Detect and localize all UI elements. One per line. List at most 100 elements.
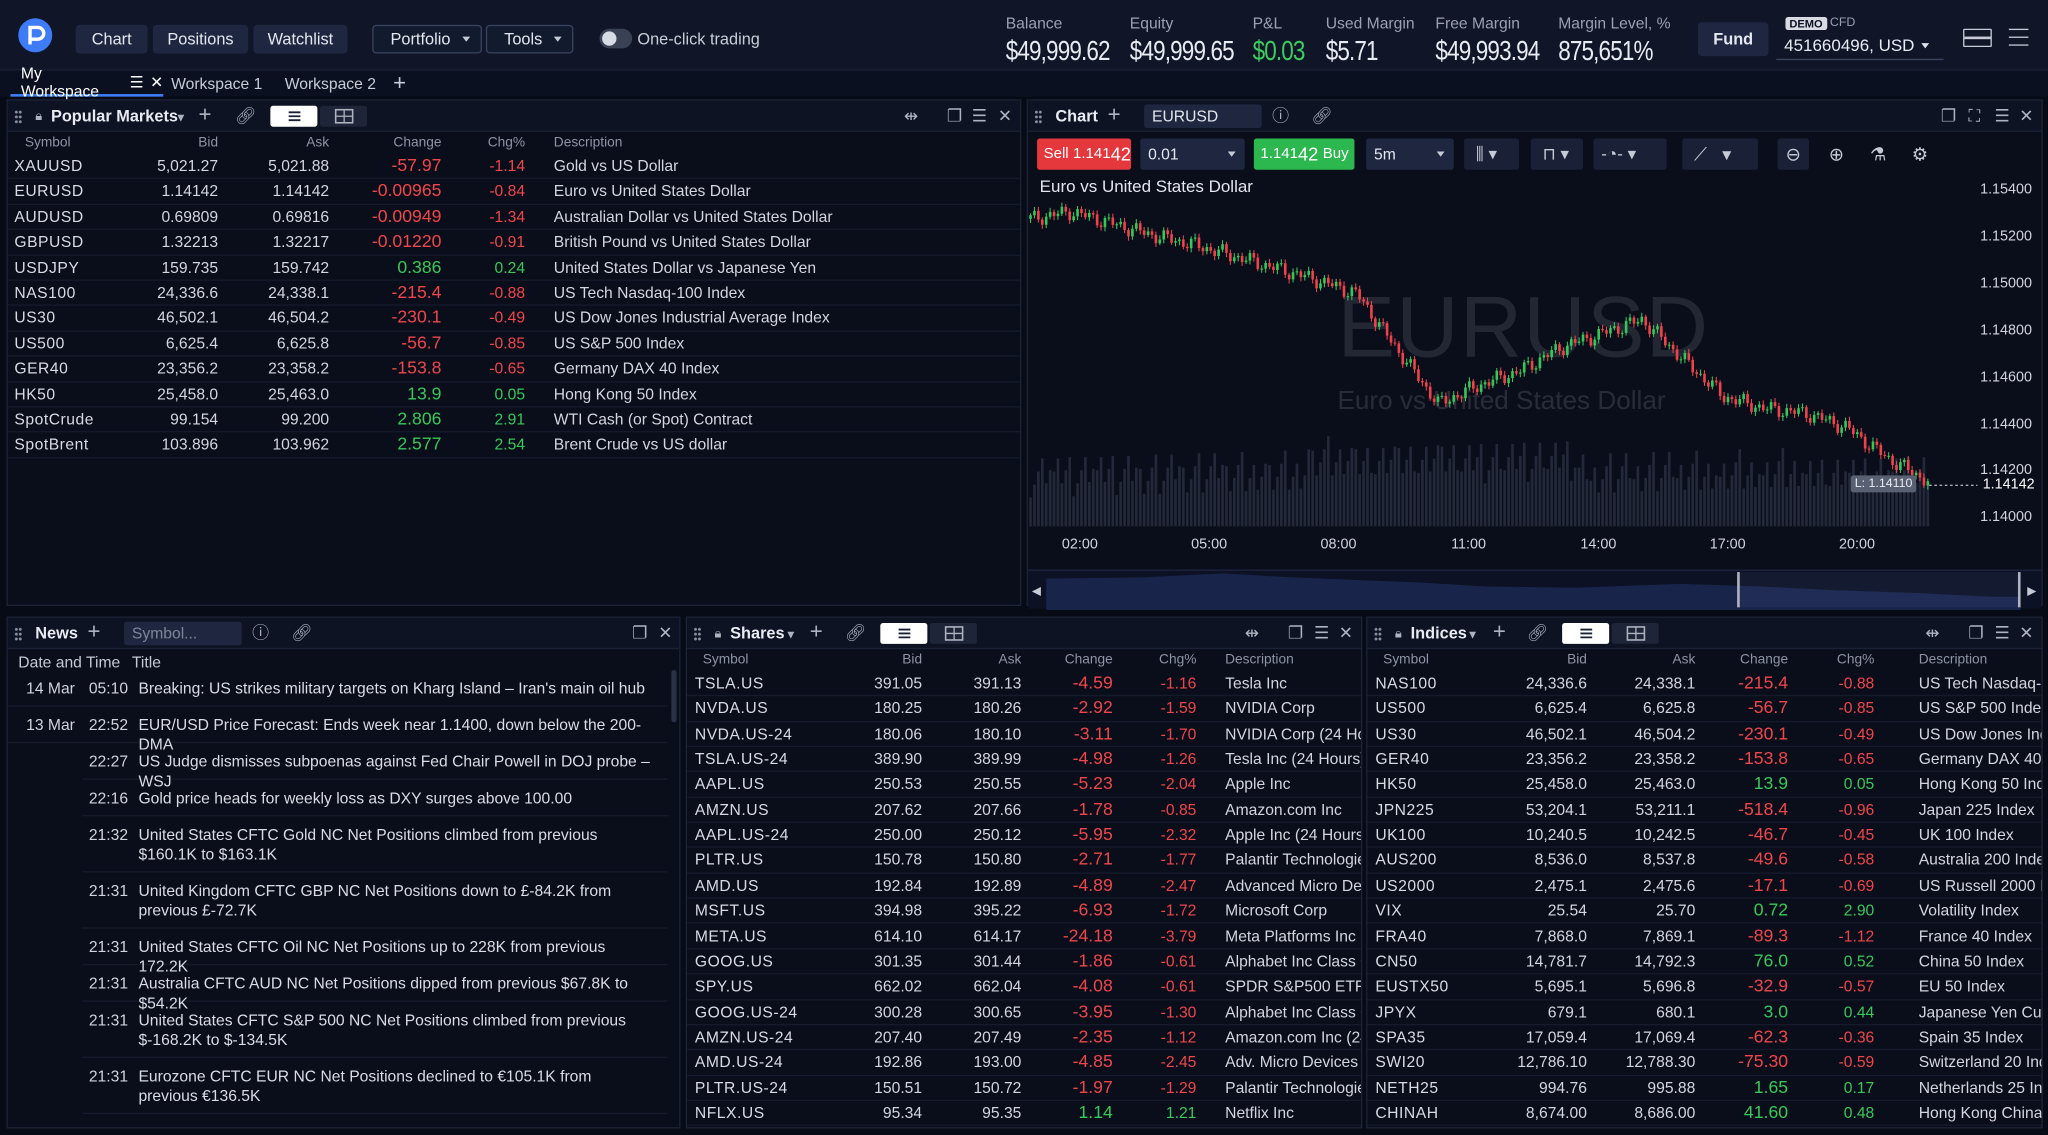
table-row[interactable]: JPYX 679.1 680.1 3.0 0.44 Japanese Yen Curr bbox=[1367, 1000, 2041, 1026]
zoom-in-icon[interactable]: ⊕ bbox=[1821, 138, 1852, 169]
table-row[interactable]: PLTR.US 150.78 150.80 -2.71 -1.77 Palantir Te… bbox=[687, 848, 1361, 874]
table-row[interactable]: AUDUSD 0.69809 0.69816 -0.00949 -1.34 Austral… bbox=[7, 205, 1021, 231]
column-ask[interactable]: Ask bbox=[956, 652, 1022, 668]
timeframe-select[interactable]: 5m bbox=[1366, 138, 1454, 170]
table-row[interactable]: SPY.US 662.02 662.04 -4.08 -0.61 SPDR S&P500 … bbox=[687, 975, 1361, 1000]
add-icon[interactable]: + bbox=[810, 620, 823, 642]
table-row[interactable]: EUSTX50 5,695.1 5,696.8 -32.9 -0.57 EU 50 Ind… bbox=[1367, 975, 2042, 1000]
table-row[interactable]: AMZN.US 207.62 207.66 -1.78 -0.85 Amazon.com … bbox=[687, 798, 1361, 823]
column-bid[interactable]: Bid bbox=[138, 135, 218, 151]
table-row[interactable]: NAS100 24,336.6 24,338.1 -215.4 -0.88 US Tech… bbox=[7, 281, 1021, 307]
column-change[interactable]: Change bbox=[1723, 652, 1788, 668]
table-row[interactable]: GBPUSD 1.32213 1.32217 -0.01220 -0.91 British… bbox=[7, 230, 1021, 256]
table-row[interactable]: JPN225 53,204.1 53,211.1 -518.4 -0.96 Japan 2… bbox=[1367, 798, 2042, 823]
column-ask[interactable]: Ask bbox=[1630, 652, 1695, 668]
chevron-down-icon[interactable]: ▼ bbox=[175, 110, 187, 127]
grid-view-icon[interactable] bbox=[319, 105, 368, 127]
table-row[interactable]: AMD.US 192.84 192.89 -4.89 -2.47 Advanced Mic… bbox=[687, 874, 1361, 899]
news-item[interactable]: 22:16 Gold price heads for weekly loss as… bbox=[82, 780, 668, 817]
column-symbol[interactable]: Symbol bbox=[25, 135, 71, 151]
hamburger-icon[interactable]: ☰ bbox=[130, 73, 144, 91]
column-symbol[interactable]: Symbol bbox=[1383, 652, 1429, 668]
column-description[interactable]: Description bbox=[1919, 652, 1988, 668]
table-row[interactable]: XAUUSD 5,021.27 5,021.88 -57.97 -1.14 Gold vs… bbox=[7, 154, 1021, 180]
table-row[interactable]: TSLA.US-24 389.90 389.99 -4.98 -1.26 Tesla In… bbox=[687, 747, 1361, 773]
table-row[interactable]: SPA35 17,059.4 17,069.4 -62.3 -0.36 Spain 35 … bbox=[1367, 1025, 2042, 1051]
expand-horizontal-icon[interactable]: ⇹ bbox=[1925, 624, 1939, 641]
workspace-tab-active[interactable]: My Workspace ☰ ✕ bbox=[10, 64, 164, 101]
sell-button[interactable]: Sell 1.141 42 bbox=[1037, 138, 1132, 170]
table-row[interactable]: CN50 14,781.7 14,792.3 76.0 0.52 China 50 Ind… bbox=[1367, 949, 2042, 975]
table-row[interactable]: NAS100 24,336.6 24,338.1 -215.4 -0.88 US Tech… bbox=[1367, 671, 2041, 697]
menu-icon[interactable]: ☰ bbox=[1994, 624, 2009, 641]
column-chg-pct[interactable]: Chg% bbox=[473, 135, 525, 151]
price-chart[interactable] bbox=[1028, 170, 2042, 568]
chevron-down-icon[interactable]: ▼ bbox=[785, 627, 797, 644]
info-icon[interactable]: ⓘ bbox=[1272, 107, 1289, 124]
table-row[interactable]: AAPL.US-24 250.00 250.12 -5.95 -2.32 Apple In… bbox=[687, 823, 1361, 849]
workspace-tab[interactable]: Workspace 1 bbox=[171, 71, 262, 97]
expand-horizontal-icon[interactable]: ⇹ bbox=[1245, 624, 1259, 641]
list-view-icon[interactable] bbox=[270, 105, 318, 127]
table-row[interactable]: NVDA.US-24 180.06 180.10 -3.11 -1.70 NVIDIA C… bbox=[687, 722, 1361, 748]
quantity-field[interactable]: 0.01 bbox=[1140, 138, 1245, 170]
column-chg-pct[interactable]: Chg% bbox=[1822, 652, 1874, 668]
buy-button[interactable]: 1.141 42 Buy bbox=[1253, 138, 1355, 170]
chart-type-button[interactable]: ⫼ ▾ bbox=[1464, 138, 1520, 170]
table-row[interactable]: US30 46,502.1 46,504.2 -230.1 -0.49 US Dow Jo… bbox=[1367, 722, 2041, 748]
close-icon[interactable]: ✕ bbox=[150, 73, 163, 91]
table-row[interactable]: US2000 2,475.1 2,475.6 -17.1 -0.69 US Russell… bbox=[1367, 874, 2041, 899]
scroll-right-icon[interactable]: ▶ bbox=[2027, 584, 2036, 598]
list-view-icon[interactable] bbox=[880, 623, 928, 644]
drag-handle[interactable] bbox=[693, 626, 702, 642]
news-item[interactable]: 21:31 United States CFTC Oil NC Net Posit… bbox=[82, 929, 668, 976]
portfolio-dropdown[interactable]: Portfolio bbox=[372, 24, 482, 54]
menu-icon[interactable]: ☰ bbox=[972, 107, 987, 124]
table-row[interactable]: UK100 10,240.5 10,242.5 -46.7 -0.45 UK 100 In… bbox=[1367, 823, 2042, 849]
table-row[interactable]: MSFT.US 394.98 395.22 -6.93 -1.72 Microsoft C… bbox=[687, 899, 1361, 925]
nav-watchlist-button[interactable]: Watchlist bbox=[253, 24, 348, 54]
column-bid[interactable]: Bid bbox=[857, 652, 922, 668]
workspace-tab[interactable]: Workspace 2 bbox=[285, 71, 376, 97]
popout-icon[interactable]: ❐ bbox=[947, 107, 962, 124]
news-item[interactable]: 22:27 US Judge dismisses subpoenas agains… bbox=[82, 743, 668, 790]
column-bid[interactable]: Bid bbox=[1522, 652, 1587, 668]
menu-icon[interactable] bbox=[2008, 28, 2029, 46]
table-row[interactable]: SpotBrent 103.896 103.962 2.577 2.54 Brent Cr… bbox=[7, 433, 1021, 459]
column-chg-pct[interactable]: Chg% bbox=[1144, 652, 1196, 668]
fullscreen-icon[interactable]: ⛶ bbox=[1968, 107, 1980, 124]
table-row[interactable]: US30 46,502.1 46,504.2 -230.1 -0.49 US Dow Jo… bbox=[7, 306, 1021, 332]
close-icon[interactable]: ✕ bbox=[2019, 624, 2033, 641]
table-row[interactable]: US500 6,625.4 6,625.8 -56.7 -0.85 US S&P 500 … bbox=[7, 331, 1021, 357]
indicators-button[interactable]: ⊓ ▾ bbox=[1530, 138, 1584, 170]
table-row[interactable]: USDJPY 159.735 159.742 0.386 0.24 United Stat… bbox=[7, 255, 1021, 281]
add-icon[interactable]: + bbox=[199, 103, 212, 125]
nav-positions-button[interactable]: Positions bbox=[152, 24, 249, 54]
add-icon[interactable]: + bbox=[1108, 103, 1121, 125]
table-row[interactable]: NVDA.US 180.25 180.26 -2.92 -1.59 NVIDIA Corp bbox=[687, 697, 1361, 722]
link-icon[interactable]: 🔗︎ bbox=[1527, 624, 1549, 641]
add-icon[interactable]: + bbox=[1493, 620, 1506, 642]
layout-icon[interactable] bbox=[1963, 28, 1992, 48]
popout-icon[interactable]: ❐ bbox=[1941, 107, 1956, 124]
link-icon[interactable]: 🔗︎ bbox=[845, 624, 867, 641]
drawing-tool-button[interactable]: ⟋ ▾ bbox=[1682, 138, 1759, 170]
table-row[interactable]: NFLX.US 95.34 95.35 1.14 1.21 Netflix Inc bbox=[687, 1101, 1361, 1127]
menu-icon[interactable]: ☰ bbox=[1994, 107, 2009, 124]
column-ask[interactable]: Ask bbox=[243, 135, 329, 151]
close-icon[interactable]: ✕ bbox=[998, 107, 1012, 124]
column-description[interactable]: Description bbox=[554, 135, 623, 151]
table-row[interactable]: US500 6,625.4 6,625.8 -56.7 -0.85 US S&P 500 … bbox=[1367, 697, 2041, 722]
table-row[interactable]: META.US 614.10 614.17 -24.18 -3.79 Meta Platf… bbox=[687, 924, 1361, 950]
clock-button[interactable]: -◔- ▾ bbox=[1593, 138, 1667, 170]
table-row[interactable]: EURUSD 1.14142 1.14142 -0.00965 -0.84 Euro vs… bbox=[7, 179, 1021, 205]
table-row[interactable]: GER40 23,356.2 23,358.2 -153.8 -0.65 Germany … bbox=[7, 357, 1021, 383]
nav-chart-button[interactable]: Chart bbox=[75, 24, 148, 54]
grid-view-icon[interactable] bbox=[1611, 623, 1659, 644]
table-row[interactable]: SpotCrude 99.154 99.200 2.806 2.91 WTI Cash (… bbox=[7, 408, 1021, 433]
panel-title[interactable]: Shares bbox=[730, 624, 784, 642]
table-row[interactable]: AMD.US-24 192.86 193.00 -4.85 -2.45 Adv. Micr… bbox=[687, 1050, 1361, 1076]
close-icon[interactable]: ✕ bbox=[1339, 624, 1353, 641]
flask-icon[interactable]: ⚗ bbox=[1863, 138, 1894, 169]
table-row[interactable]: FRA40 7,868.0 7,869.1 -89.3 -1.12 France 40 I… bbox=[1367, 924, 2042, 950]
